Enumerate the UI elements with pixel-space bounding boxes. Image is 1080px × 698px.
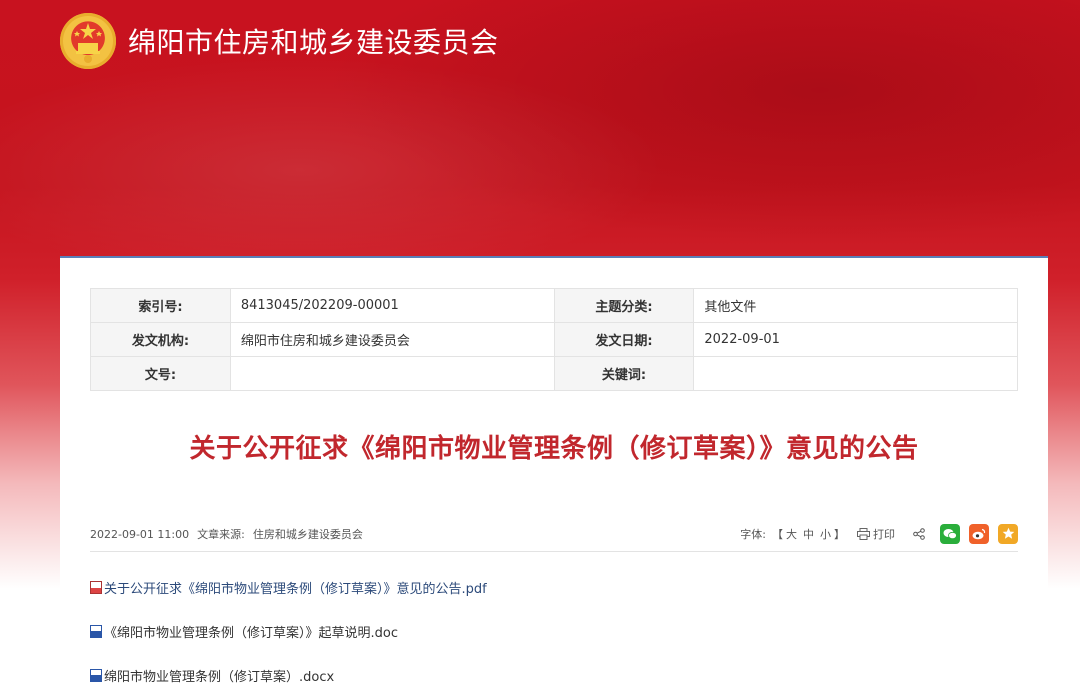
publish-datetime: 2022-09-01 11:00 — [90, 527, 190, 541]
meta-value — [229, 356, 555, 391]
site-title[interactable]: 绵阳市住房和城乡建设委员会 — [128, 21, 499, 61]
meta-value: 其他文件 — [693, 288, 1018, 323]
share-icon[interactable] — [913, 527, 925, 540]
meta-row: 索引号: 8413045/202209-00001 主题分类: 其他文件 — [90, 288, 1018, 323]
meta-key: 索引号: — [90, 288, 231, 323]
meta-value: 8413045/202209-00001 — [229, 288, 555, 323]
word-file-icon — [90, 624, 102, 638]
meta-key: 文号: — [90, 356, 231, 391]
meta-row: 发文机构: 绵阳市住房和城乡建设委员会 发文日期: 2022-09-01 — [90, 322, 1018, 357]
site-header: 绵阳市住房和城乡建设委员会 — [60, 12, 499, 70]
article-meta: 2022-09-01 11:00 文章来源: 住房和城乡建设委员会 — [90, 526, 371, 542]
meta-row: 文号: 关键词: — [90, 356, 1018, 391]
content-panel: 索引号: 8413045/202209-00001 主题分类: 其他文件 发文机… — [60, 256, 1048, 698]
word-file-icon — [90, 668, 102, 682]
bracket-open: 【 — [772, 527, 783, 541]
national-emblem-icon[interactable] — [60, 13, 116, 69]
pdf-file-icon — [90, 580, 102, 594]
source-label: 文章来源: — [197, 527, 245, 541]
bracket-close: 】 — [834, 527, 845, 541]
meta-key: 主题分类: — [553, 288, 695, 323]
meta-value: 2022-09-01 — [693, 322, 1018, 357]
attachment-name: 绵阳市物业管理条例（修订草案）.docx — [104, 669, 335, 685]
attachment-link-docx[interactable]: 绵阳市物业管理条例（修订草案）.docx — [90, 664, 1018, 686]
document-meta-table: 索引号: 8413045/202209-00001 主题分类: 其他文件 发文机… — [90, 288, 1018, 391]
attachment-name: 关于公开征求《绵阳市物业管理条例（修订草案）》意见的公告.pdf — [104, 581, 487, 597]
wechat-icon — [943, 528, 957, 539]
article-info-bar: 2022-09-01 11:00 文章来源: 住房和城乡建设委员会 字体: 【 大 … — [90, 516, 1018, 552]
wechat-share-button[interactable] — [940, 523, 960, 544]
meta-value — [693, 356, 1018, 391]
favorite-star-icon — [1002, 527, 1014, 539]
meta-key: 发文机构: — [90, 322, 231, 357]
source-value: 住房和城乡建设委员会 — [252, 527, 363, 541]
print-label: 打印 — [873, 527, 895, 541]
weibo-icon — [972, 528, 986, 539]
attachment-link-doc[interactable]: 《绵阳市物业管理条例（修订草案）》起草说明.doc — [90, 620, 1018, 642]
font-size-large-button[interactable]: 大 — [786, 526, 797, 542]
article-tools: 字体: 【 大 中 小 】 打印 — [740, 523, 1018, 544]
font-size-small-button[interactable]: 小 — [820, 526, 831, 542]
attachment-link-pdf[interactable]: 关于公开征求《绵阳市物业管理条例（修订草案）》意见的公告.pdf — [90, 576, 1018, 598]
print-button[interactable]: 打印 — [857, 526, 895, 542]
font-size-medium-button[interactable]: 中 — [803, 526, 814, 542]
favorite-button[interactable] — [998, 523, 1018, 544]
attachment-name: 《绵阳市物业管理条例（修订草案）》起草说明.doc — [104, 625, 398, 641]
font-size-label: 字体: — [740, 527, 766, 541]
print-icon — [857, 527, 870, 540]
meta-value: 绵阳市住房和城乡建设委员会 — [229, 322, 555, 357]
weibo-share-button[interactable] — [969, 523, 989, 544]
meta-key: 发文日期: — [553, 322, 695, 357]
article-title: 关于公开征求《绵阳市物业管理条例（修订草案）》意见的公告 — [189, 434, 919, 464]
attachment-list: 关于公开征求《绵阳市物业管理条例（修订草案）》意见的公告.pdf 《绵阳市物业管… — [90, 576, 1018, 698]
meta-key: 关键词: — [553, 356, 695, 391]
